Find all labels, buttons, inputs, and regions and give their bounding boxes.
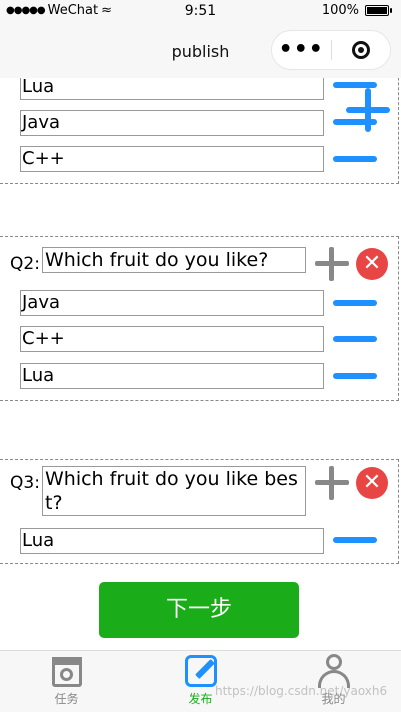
edit-icon bbox=[183, 653, 219, 689]
menu-capsule: ••• bbox=[271, 30, 391, 70]
option-input[interactable]: C++ bbox=[20, 146, 324, 172]
remove-option-button[interactable] bbox=[333, 156, 377, 162]
tab-label: 任务 bbox=[54, 692, 79, 706]
option-input[interactable]: Lua bbox=[20, 528, 324, 554]
more-icon[interactable]: ••• bbox=[272, 30, 331, 70]
remove-option-button[interactable] bbox=[333, 336, 377, 342]
delete-question-button[interactable]: ✕ bbox=[356, 467, 388, 499]
delete-question-button[interactable]: ✕ bbox=[356, 248, 388, 280]
tab-publish[interactable]: 发布 bbox=[134, 653, 267, 707]
add-option-button[interactable] bbox=[315, 466, 349, 500]
remove-option-button[interactable] bbox=[333, 537, 377, 543]
question-block: Q2: Which fruit do you like? ✕ Java C++ … bbox=[0, 236, 399, 401]
battery-percent: 100% bbox=[321, 3, 359, 18]
option-input[interactable]: Lua bbox=[20, 363, 324, 389]
tab-tasks[interactable]: 任务 bbox=[0, 653, 133, 707]
question-number: Q3: bbox=[10, 473, 40, 493]
battery-icon bbox=[365, 5, 392, 16]
option-input[interactable]: Lua bbox=[20, 78, 324, 100]
question-block: Lua Java C++ bbox=[0, 78, 399, 184]
option-input[interactable]: C++ bbox=[20, 326, 324, 352]
next-step-button[interactable]: 下一步 bbox=[99, 582, 299, 638]
question-title-input[interactable]: Which fruit do you like? bbox=[42, 247, 306, 273]
calendar-gear-icon bbox=[49, 653, 85, 689]
status-bar: ●●●●● WeChat ≈ 9:51 100% bbox=[0, 0, 401, 22]
question-number: Q2: bbox=[10, 254, 40, 274]
battery-area: 100% bbox=[321, 3, 392, 18]
question-list: Lua Java C++ Q2: Which fruit do you like… bbox=[0, 78, 401, 650]
close-miniprogram-icon[interactable] bbox=[331, 41, 390, 59]
tab-mine[interactable]: 我的 bbox=[267, 653, 400, 707]
add-option-icon[interactable] bbox=[346, 88, 390, 132]
tab-bar: 任务 发布 我的 bbox=[0, 650, 401, 712]
add-option-button[interactable] bbox=[315, 247, 349, 281]
question-title-input[interactable]: Which fruit do you like best? bbox=[42, 466, 306, 516]
remove-option-button[interactable] bbox=[333, 300, 377, 306]
remove-option-button[interactable] bbox=[333, 373, 377, 379]
option-input[interactable]: Java bbox=[20, 290, 324, 316]
option-input[interactable]: Java bbox=[20, 110, 324, 136]
question-block: Q3: Which fruit do you like best? ✕ Lua bbox=[0, 459, 399, 564]
navigation-bar: publish ••• bbox=[0, 22, 401, 78]
watermark: https://blog.csdn.net/yaoxh6 bbox=[215, 684, 388, 698]
